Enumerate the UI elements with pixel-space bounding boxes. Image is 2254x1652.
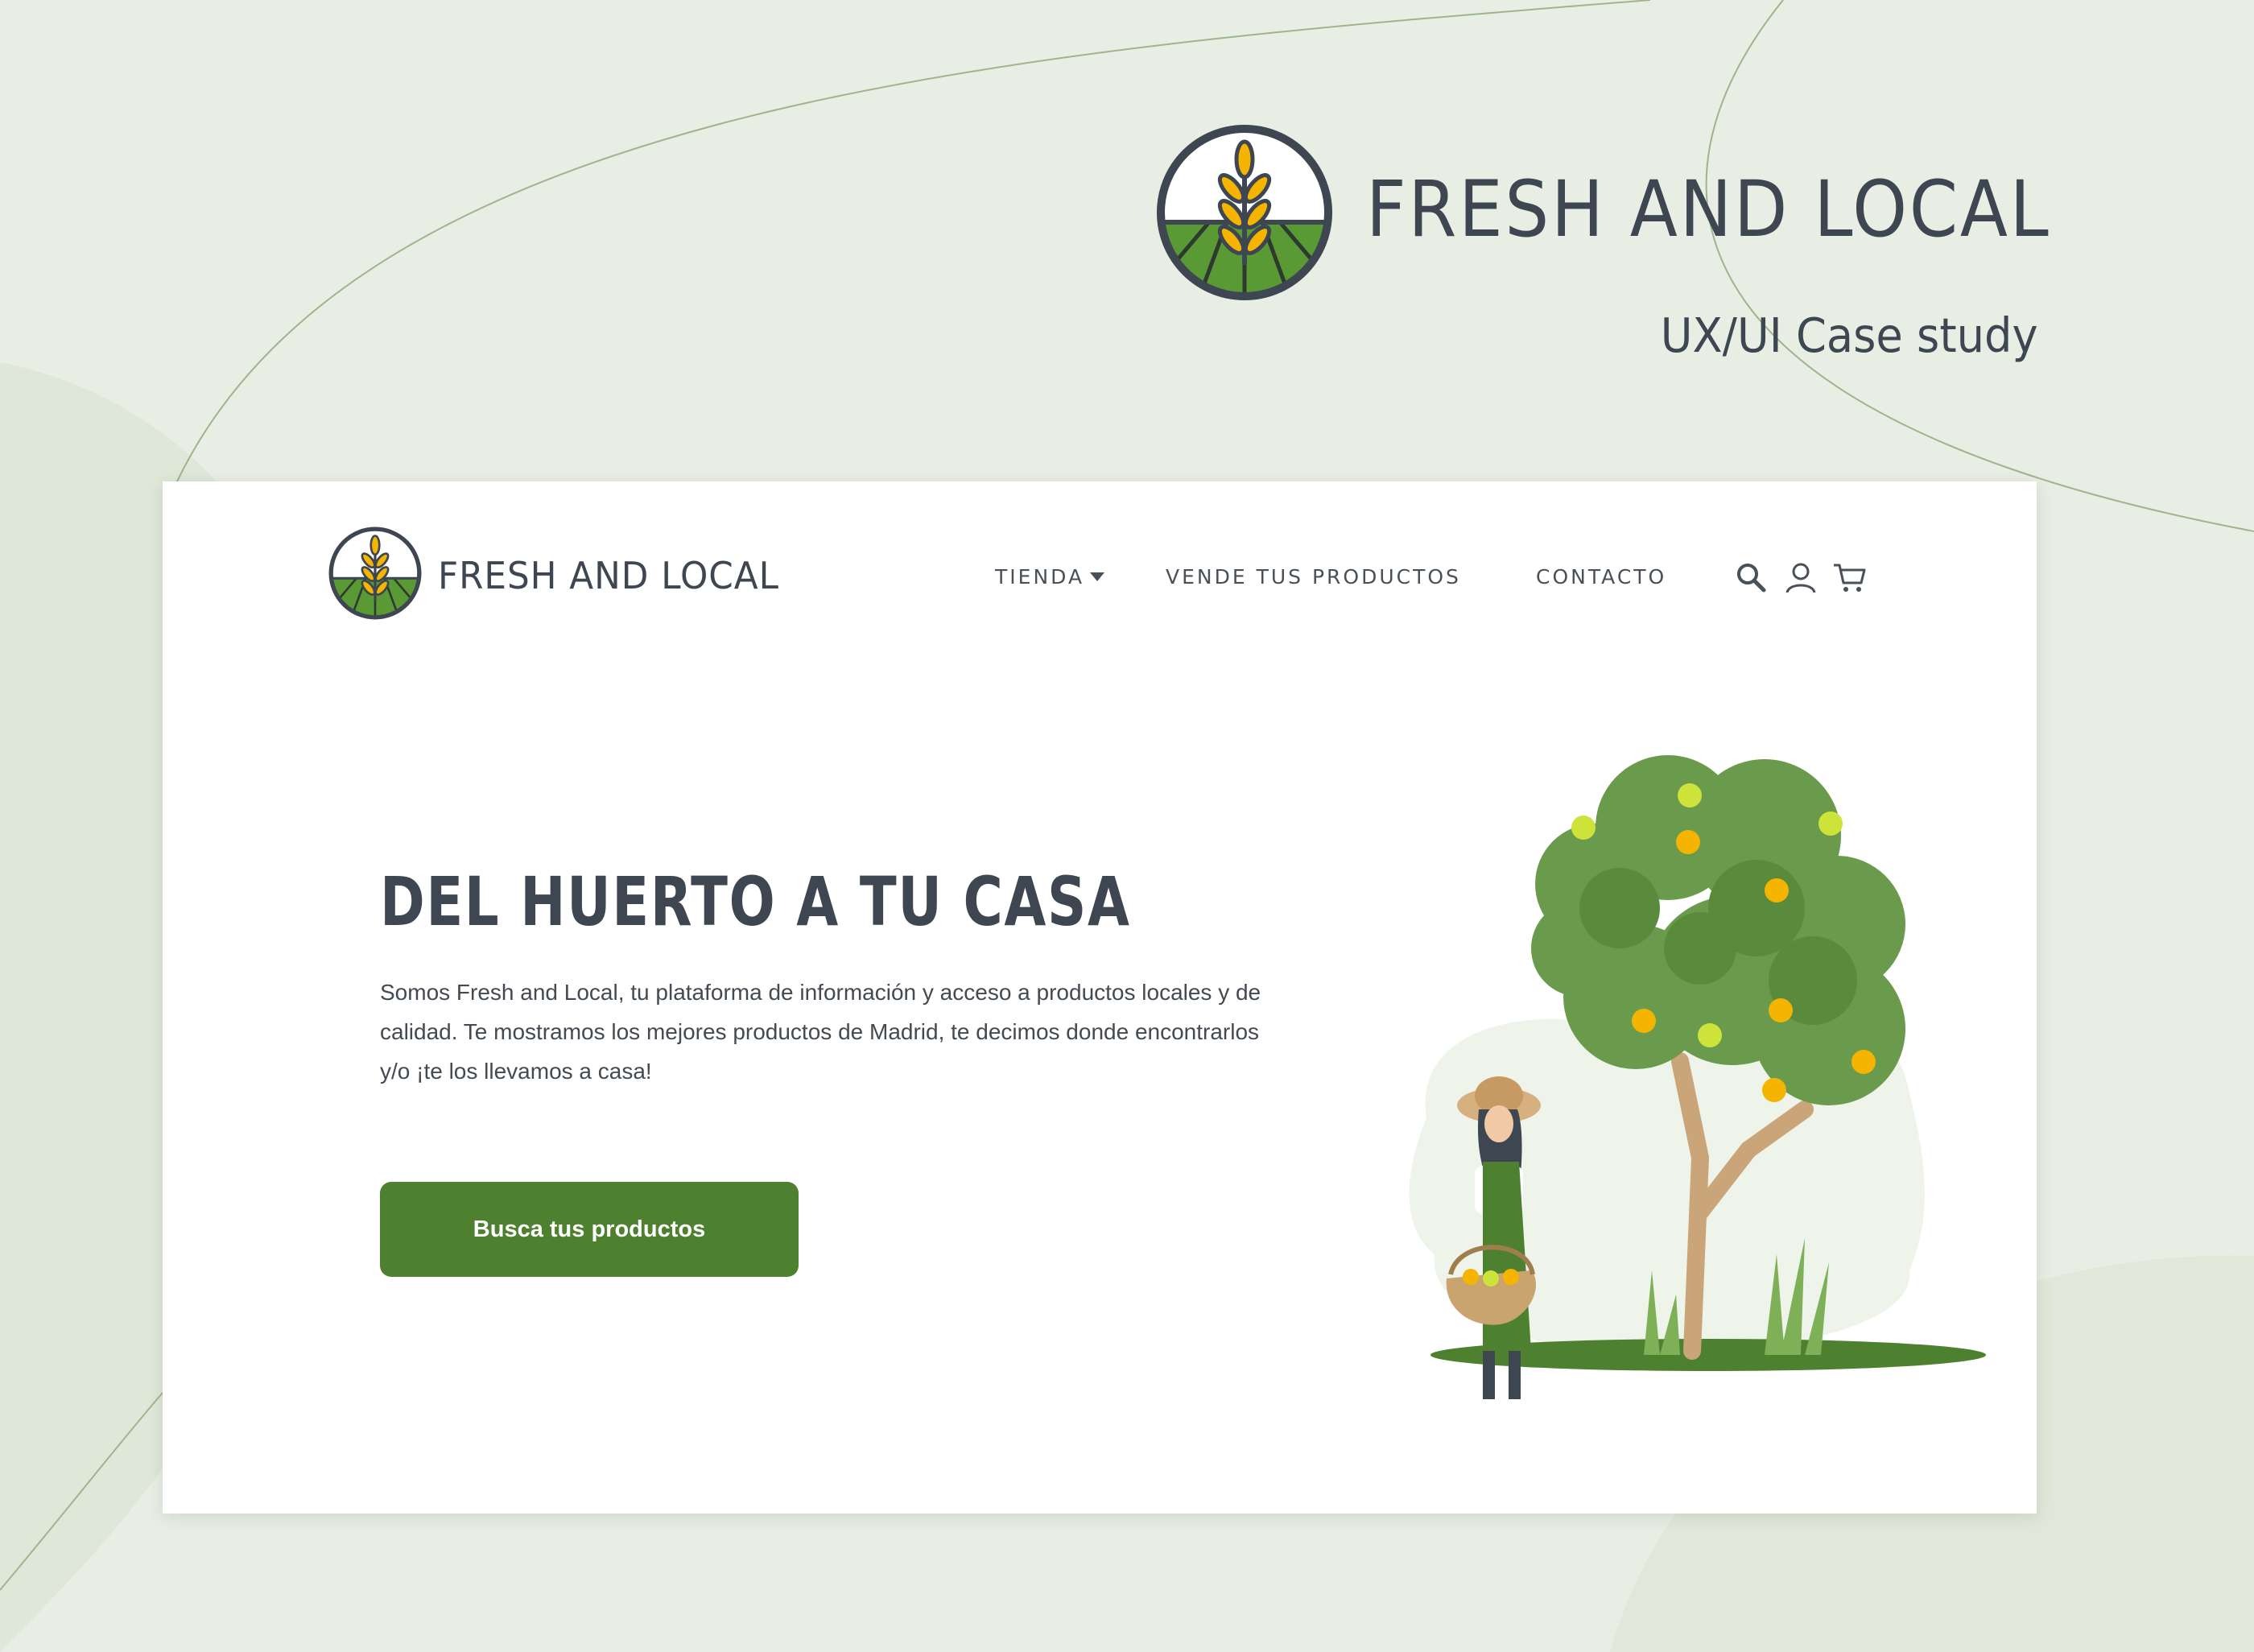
nav-contacto[interactable]: CONTACTO xyxy=(1536,567,1666,587)
presentation-title: FRESH AND LOCAL xyxy=(1366,164,2051,254)
search-products-button[interactable]: Busca tus productos xyxy=(380,1182,799,1277)
site-logo[interactable] xyxy=(328,527,422,620)
brand-logo xyxy=(1157,125,1332,300)
presentation-subtitle: UX/UI Case study xyxy=(1661,308,2038,363)
farmer-tree-illustration xyxy=(1409,755,1986,1399)
nav-vende-tus-productos[interactable]: VENDE TUS PRODUCTOS xyxy=(1166,567,1461,587)
nav-tienda[interactable]: TIENDA xyxy=(995,567,1084,587)
hero-headline: DEL HUERTO A TU CASA xyxy=(380,862,1131,941)
cart-icon[interactable] xyxy=(1832,560,1868,596)
website-mockup: FRESH AND LOCAL TIENDA VENDE TUS PRODUCT… xyxy=(163,481,2037,1514)
search-icon[interactable] xyxy=(1734,560,1769,596)
hero-intro-text: Somos Fresh and Local, tu plataforma de … xyxy=(380,980,1261,1084)
site-logo-title[interactable]: FRESH AND LOCAL xyxy=(438,557,779,594)
chevron-down-icon[interactable] xyxy=(1090,572,1104,581)
user-icon[interactable] xyxy=(1783,560,1818,596)
